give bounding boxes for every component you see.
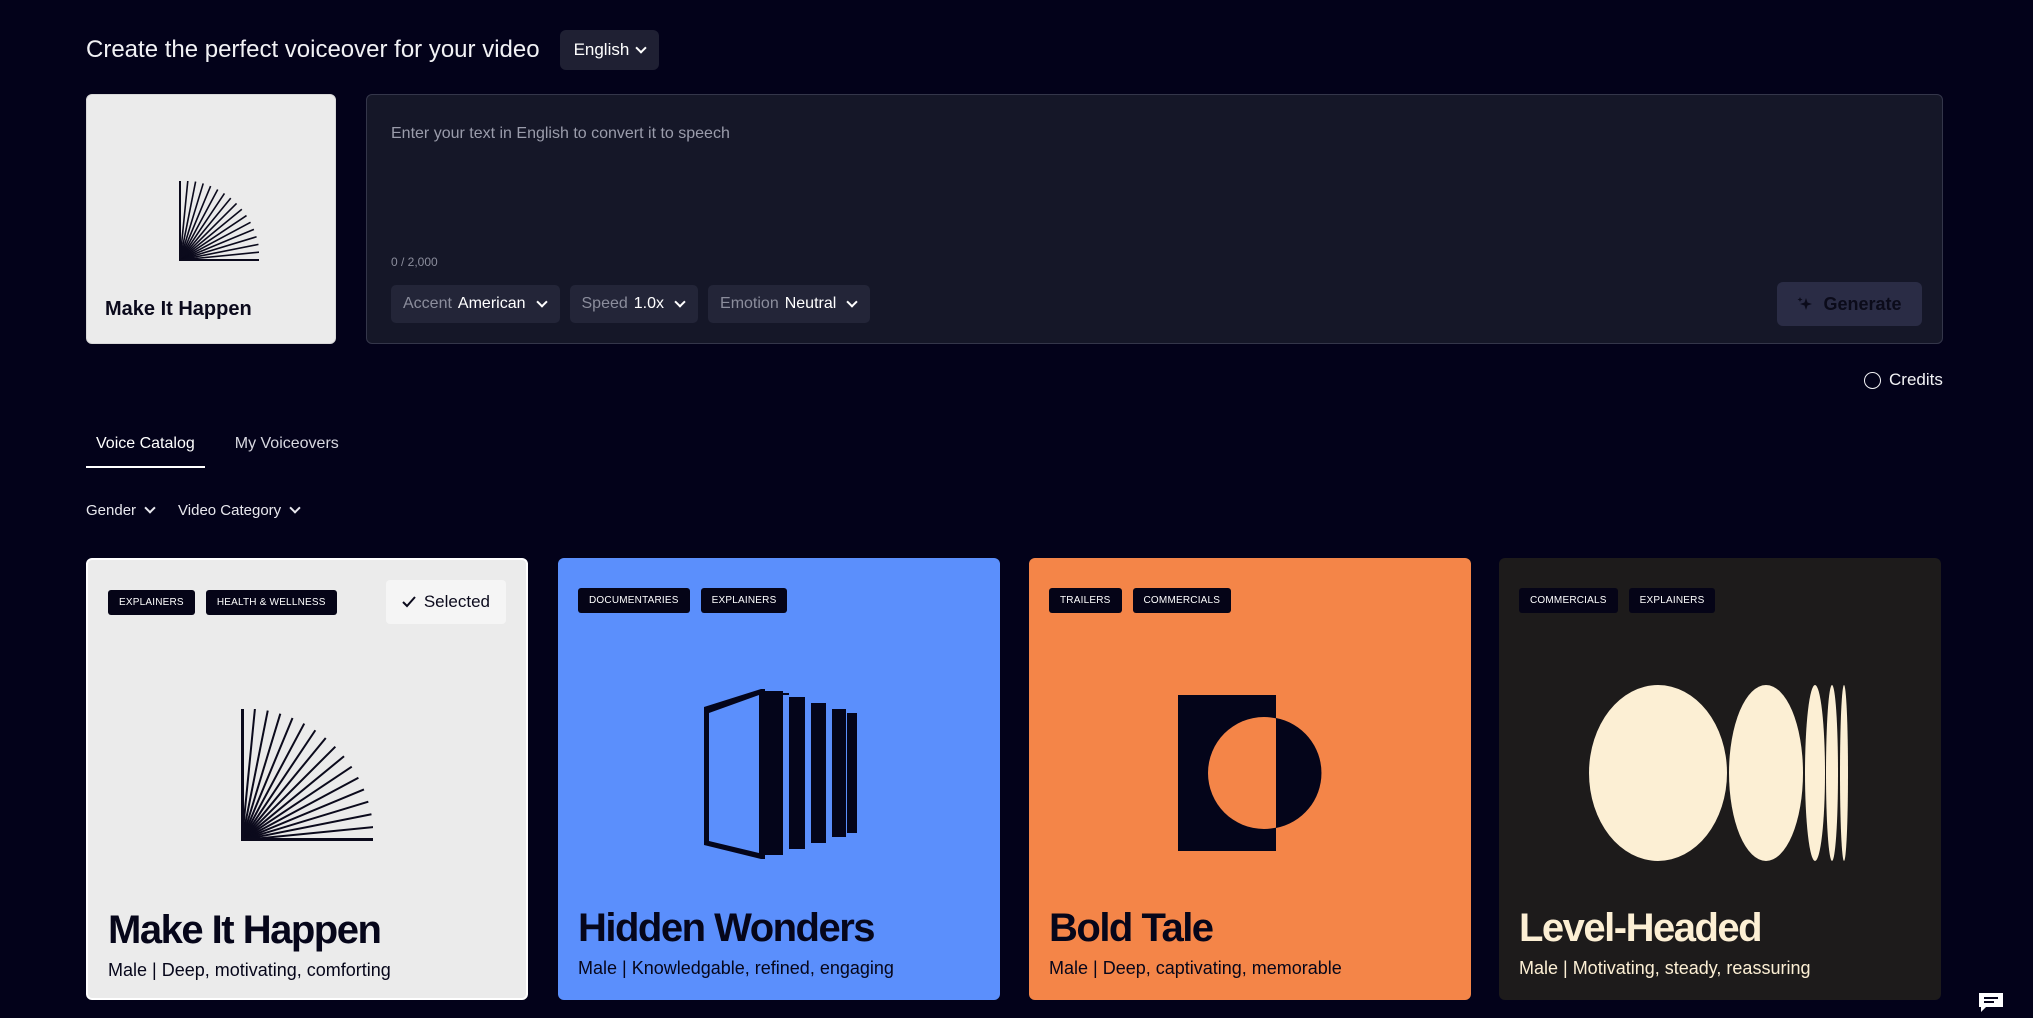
- generate-label: Generate: [1823, 293, 1902, 314]
- generate-button[interactable]: Generate: [1777, 282, 1922, 326]
- category-tag: COMMERCIALS: [1519, 588, 1618, 613]
- tab-voice-catalog[interactable]: Voice Catalog: [86, 430, 205, 468]
- category-tag: TRAILERS: [1049, 588, 1122, 613]
- tag-list: EXPLAINERS HEALTH & WELLNESS: [108, 590, 337, 615]
- emotion-select[interactable]: Emotion Neutral: [708, 285, 871, 323]
- selected-label: Selected: [423, 592, 490, 611]
- language-value: English: [573, 40, 630, 59]
- gender-filter[interactable]: Gender: [86, 502, 156, 519]
- speed-value: 1.0x: [633, 295, 665, 312]
- text-editor[interactable]: Enter your text in English to convert it…: [366, 94, 1943, 344]
- chevron-down-icon: [144, 502, 156, 514]
- category-tag: HEALTH & WELLNESS: [205, 590, 337, 615]
- fan-ray: [241, 737, 327, 841]
- voice-description: Male | Deep, motivating, comforting: [108, 960, 391, 980]
- tag-list: DOCUMENTARIES EXPLAINERS: [578, 588, 788, 613]
- category-tag: EXPLAINERS: [108, 590, 195, 615]
- voice-description: Male | Knowledgable, refined, engaging: [578, 958, 894, 978]
- voice-description: Male | Deep, captivating, memorable: [1049, 958, 1342, 978]
- geometric-shape-icon: [1178, 695, 1322, 851]
- credits[interactable]: Credits: [1864, 370, 1943, 390]
- emotion-value: Neutral: [784, 295, 837, 312]
- voice-name: Level-Headed: [1519, 906, 1763, 950]
- accent-value: American: [457, 295, 526, 312]
- accent-select[interactable]: Accent American: [391, 285, 560, 323]
- language-select[interactable]: English: [559, 30, 660, 70]
- credits-label: Credits: [1889, 370, 1943, 389]
- selected-voice-card[interactable]: Make It Happen: [86, 94, 336, 344]
- speed-label: Speed: [581, 295, 628, 312]
- voice-name: Make It Happen: [108, 908, 382, 952]
- header: Create the perfect voiceover for your vi…: [86, 30, 660, 70]
- chevron-down-icon: [846, 295, 858, 308]
- check-icon: [402, 596, 416, 608]
- tag-list: TRAILERS COMMERCIALS: [1049, 588, 1232, 613]
- gender-filter-label: Gender: [86, 502, 137, 519]
- character-count: 0 / 2,000: [391, 255, 438, 269]
- tab-my-voiceovers[interactable]: My Voiceovers: [225, 430, 349, 468]
- book-pages-icon: [704, 689, 857, 859]
- sparkle-icon: [1797, 297, 1813, 310]
- voice-card-make-it-happen[interactable]: EXPLAINERS HEALTH & WELLNESS Selected Ma…: [86, 558, 528, 1000]
- voice-controls: Accent American Speed 1.0x Emotion Neutr…: [391, 285, 871, 323]
- voice-card-hidden-wonders[interactable]: DOCUMENTARIES EXPLAINERS Hidden Wonders …: [558, 558, 1000, 1000]
- ellipses-icon: [1589, 685, 1848, 861]
- voice-description: Male | Motivating, steady, reassuring: [1519, 958, 1811, 978]
- fan-icon: [179, 181, 259, 261]
- text-input-placeholder[interactable]: Enter your text in English to convert it…: [391, 125, 730, 143]
- filters: Gender Video Category: [86, 502, 301, 519]
- chat-icon[interactable]: [1977, 991, 2005, 1013]
- chevron-down-icon: [635, 41, 647, 54]
- video-category-filter[interactable]: Video Category: [178, 502, 301, 519]
- selected-badge[interactable]: Selected: [385, 580, 506, 624]
- emotion-label: Emotion: [720, 295, 779, 312]
- chevron-down-icon: [535, 295, 548, 308]
- category-tag: DOCUMENTARIES: [578, 588, 690, 613]
- fan-icon: [241, 709, 373, 841]
- voice-card-bold-tale[interactable]: TRAILERS COMMERCIALS Bold Tale Male | De…: [1029, 558, 1471, 1000]
- voice-name: Bold Tale: [1049, 906, 1214, 950]
- voice-card-level-headed[interactable]: COMMERCIALS EXPLAINERS Level-Headed Male…: [1499, 558, 1941, 1000]
- category-tag: EXPLAINERS: [700, 588, 788, 613]
- voice-name: Hidden Wonders: [578, 906, 876, 950]
- speed-select[interactable]: Speed 1.0x: [569, 285, 699, 323]
- chevron-down-icon: [289, 502, 301, 514]
- category-tag: EXPLAINERS: [1628, 588, 1716, 613]
- accent-label: Accent: [403, 295, 452, 312]
- fan-ray: [241, 755, 345, 841]
- tab-bar: Voice Catalog My Voiceovers: [86, 430, 349, 468]
- credits-icon: [1864, 371, 1881, 389]
- page-title: Create the perfect voiceover for your vi…: [86, 36, 540, 63]
- selected-voice-name: Make It Happen: [105, 298, 252, 320]
- category-tag: COMMERCIALS: [1132, 588, 1232, 613]
- tag-list: COMMERCIALS EXPLAINERS: [1519, 588, 1716, 613]
- video-category-filter-label: Video Category: [178, 502, 282, 519]
- chevron-down-icon: [674, 295, 686, 308]
